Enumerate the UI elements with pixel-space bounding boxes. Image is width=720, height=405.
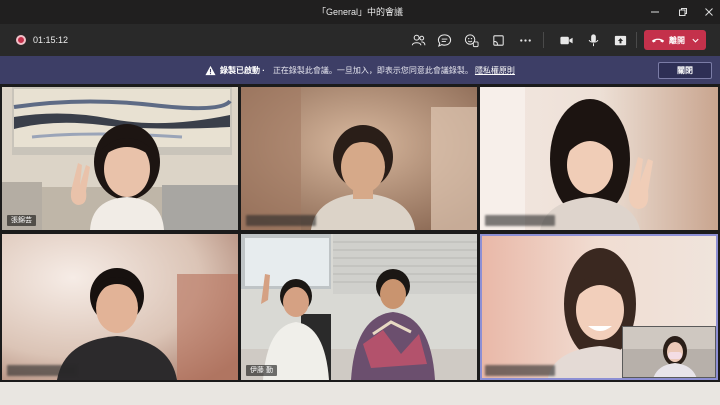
share-tray-icon: [492, 34, 504, 46]
toolbar-divider: [543, 32, 544, 48]
minimize-icon: [651, 11, 659, 13]
close-icon: [705, 8, 713, 16]
title-bar: 「General」中的會議: [0, 0, 720, 24]
banner-text: 正在錄製此會議。一旦加入，即表示您同意此會議錄製。: [272, 65, 473, 75]
participant-name: [246, 215, 316, 226]
participant-tile[interactable]: [241, 87, 477, 230]
self-view-video: [623, 327, 715, 377]
self-view-preview[interactable]: [622, 326, 716, 378]
participant-video: [241, 234, 477, 380]
recording-indicator-icon: [16, 35, 26, 45]
participants-icon: [411, 34, 425, 45]
reactions-icon: [464, 33, 479, 47]
participant-tile[interactable]: [2, 234, 238, 380]
dismiss-banner-button[interactable]: 關閉: [658, 62, 712, 79]
participant-name: [7, 365, 77, 376]
privacy-policy-link[interactable]: 隱私權原則: [475, 65, 515, 76]
participant-tile[interactable]: 張錦芸: [2, 87, 238, 230]
recording-banner: 錄製已啟動 · 正在錄製此會議。一旦加入，即表示您同意此會議錄製。 隱私權原則 …: [0, 56, 720, 84]
participant-video: [241, 87, 477, 230]
participant-video: [480, 87, 718, 230]
camera-button[interactable]: [555, 30, 577, 50]
restore-icon: [679, 8, 687, 16]
close-window-button[interactable]: [696, 0, 720, 24]
reactions-button[interactable]: [460, 30, 482, 50]
meeting-toolbar: 01:15:12 離開: [0, 24, 720, 56]
participant-name: [485, 365, 555, 376]
chat-button[interactable]: [433, 30, 455, 50]
toolbar-divider: [636, 32, 637, 48]
leave-button[interactable]: 離開: [644, 30, 706, 50]
participant-video: [2, 234, 238, 380]
share-icon: [614, 35, 626, 45]
banner-title: 錄製已啟動 ·: [220, 65, 265, 75]
leave-label: 離開: [669, 35, 685, 45]
participant-name: [485, 215, 555, 226]
window-title: 「General」中的會議: [316, 7, 404, 17]
minimize-button[interactable]: [642, 0, 668, 24]
participants-button[interactable]: [407, 30, 429, 50]
banner-message: 錄製已啟動 · 正在錄製此會議。一旦加入，即表示您同意此會議錄製。 隱私權原則: [0, 56, 720, 84]
chat-icon: [437, 33, 451, 47]
video-grid: 張錦芸 伊藤 勤: [0, 84, 720, 382]
warning-icon: [205, 65, 216, 75]
participant-video: [2, 87, 238, 230]
bottom-strip: [0, 382, 720, 405]
participant-name: 伊藤 勤: [246, 365, 277, 376]
participant-name: 張錦芸: [7, 215, 36, 226]
meeting-timer: 01:15:12: [33, 35, 69, 45]
mic-icon: [588, 33, 598, 46]
participant-tile-active[interactable]: [480, 234, 718, 380]
camera-icon: [559, 36, 573, 44]
hang-up-icon: [651, 38, 665, 43]
chevron-down-icon[interactable]: [691, 36, 700, 45]
share-screen-button[interactable]: [609, 30, 631, 50]
share-tray-button[interactable]: [487, 30, 509, 50]
more-actions-button[interactable]: [514, 30, 536, 50]
participant-tile[interactable]: 伊藤 勤: [241, 234, 477, 380]
maximize-button[interactable]: [670, 0, 696, 24]
more-icon: [519, 38, 531, 42]
participant-tile[interactable]: [480, 87, 718, 230]
microphone-button[interactable]: [582, 30, 604, 50]
